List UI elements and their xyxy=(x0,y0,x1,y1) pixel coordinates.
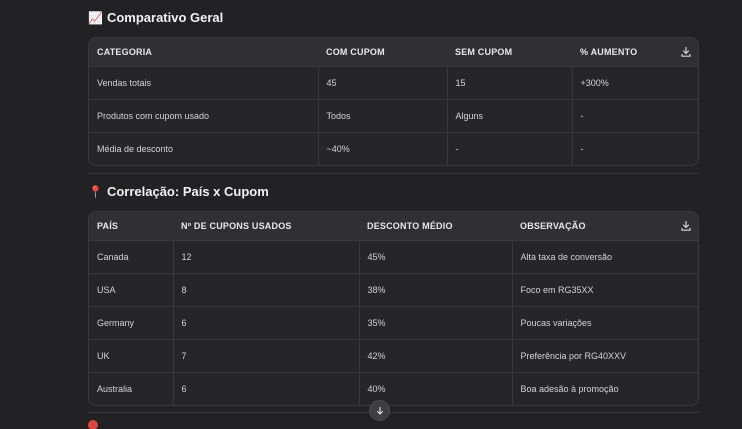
table-cell: Canada xyxy=(89,240,174,274)
table-row: Germany 6 35% Poucas variações xyxy=(89,306,698,340)
round-pushpin-emoji: 📍 xyxy=(88,184,103,199)
table-row: Canada 12 45% Alta taxa de conversão xyxy=(89,240,698,274)
table-row: Vendas totais 45 15 +300% xyxy=(89,66,698,100)
table-cell: Produtos com cupom usado xyxy=(89,99,319,133)
download-icon[interactable] xyxy=(680,46,692,58)
section-divider xyxy=(88,412,699,413)
table-header-row: CATEGORIA COM CUPOM SEM CUPOM % AUMENTO xyxy=(89,38,698,67)
table-cell: 45 xyxy=(318,66,448,100)
arrow-down-icon xyxy=(376,406,383,415)
download-icon[interactable] xyxy=(680,220,692,232)
table-cell: Preferência por RG40XXV xyxy=(512,339,698,373)
column-header-with-download: OBSERVAÇÃO xyxy=(512,212,698,241)
column-header: OBSERVAÇÃO xyxy=(520,220,586,231)
table-row: Produtos com cupom usado Todos Alguns - xyxy=(89,99,698,133)
table-cell: Australia xyxy=(89,372,174,405)
red-marker-icon xyxy=(88,420,98,429)
table-cell: Alta taxa de conversão xyxy=(512,240,698,274)
table-cell: 42% xyxy=(359,339,513,373)
section-title-correlacao: 📍 Correlação: País x Cupom xyxy=(88,184,269,199)
table-cell: 8 xyxy=(173,273,360,307)
table-cell: +300% xyxy=(572,66,698,100)
chart-increasing-emoji: 📈 xyxy=(88,10,103,25)
table-cell: Boa adesão à promoção xyxy=(520,383,619,394)
table-cell: USA xyxy=(89,273,174,307)
table-cell: 6 xyxy=(173,372,360,405)
table-cell: Todos xyxy=(318,99,448,133)
table-row: Média de desconto ~40% - - xyxy=(89,132,698,165)
table-cell: Poucas variações xyxy=(512,306,698,340)
column-header: SEM CUPOM xyxy=(447,38,572,67)
correlacao-table: PAÍS Nº DE CUPONS USADOS DESCONTO MÉDIO … xyxy=(88,211,699,406)
table-row: USA 8 38% Foco em RG35XX xyxy=(89,273,698,307)
table-row: Australia 6 40% Boa adesão à promoção xyxy=(89,372,698,405)
column-header: Nº DE CUPONS USADOS xyxy=(173,212,359,241)
table-cell: - xyxy=(572,99,698,133)
table-cell: Vendas totais xyxy=(89,66,319,100)
section-title-comparativo: 📈 Comparativo Geral xyxy=(88,10,223,25)
column-header-with-download: % AUMENTO xyxy=(572,38,698,67)
table-cell: Média de desconto xyxy=(89,132,319,165)
column-header: % AUMENTO xyxy=(580,46,638,57)
next-section-title-partial xyxy=(88,420,98,429)
table-cell: 35% xyxy=(359,306,513,340)
column-header: COM CUPOM xyxy=(318,38,447,67)
scroll-to-bottom-button[interactable] xyxy=(369,400,390,421)
column-header: CATEGORIA xyxy=(89,38,318,67)
table-cell: Alguns xyxy=(447,99,573,133)
table-cell: - xyxy=(580,143,584,154)
table-cell: Germany xyxy=(89,306,174,340)
column-header: PAÍS xyxy=(89,212,173,241)
table-cell: 6 xyxy=(173,306,360,340)
table-cell: ~40% xyxy=(318,132,448,165)
section-title-text: Comparativo Geral xyxy=(106,10,224,25)
chat-content: 📈 Comparativo Geral CATEGORIA COM CUPOM … xyxy=(0,0,742,429)
column-header: DESCONTO MÉDIO xyxy=(359,212,512,241)
table-cell: Foco em RG35XX xyxy=(512,273,698,307)
table-cell: - xyxy=(447,132,573,165)
table-cell: 7 xyxy=(173,339,360,373)
table-cell: 45% xyxy=(359,240,513,274)
comparativo-table: CATEGORIA COM CUPOM SEM CUPOM % AUMENTO xyxy=(88,37,699,166)
section-divider xyxy=(88,173,699,174)
table-header-row: PAÍS Nº DE CUPONS USADOS DESCONTO MÉDIO … xyxy=(89,212,698,241)
table-cell: 12 xyxy=(173,240,360,274)
table-cell: 15 xyxy=(447,66,573,100)
table-row: UK 7 42% Preferência por RG40XXV xyxy=(89,339,698,373)
table-cell: 38% xyxy=(359,273,513,307)
table-cell: UK xyxy=(89,339,174,373)
section-title-text: Correlação: País x Cupom xyxy=(106,184,269,199)
